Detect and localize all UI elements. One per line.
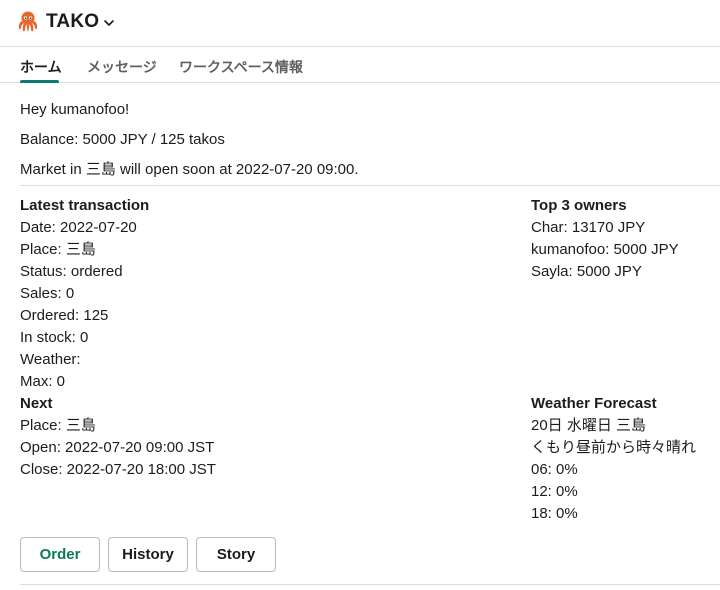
story-button[interactable]: Story bbox=[196, 537, 276, 572]
transaction-ordered: Ordered: 125 bbox=[20, 307, 109, 324]
next-close: Close: 2022-07-20 18:00 JST bbox=[20, 461, 216, 478]
transaction-in-stock: In stock: 0 bbox=[20, 329, 89, 346]
order-button[interactable]: Order bbox=[20, 537, 100, 572]
transaction-weather: Weather: bbox=[20, 351, 81, 368]
owner-item: Char: 13170 JPY bbox=[531, 219, 646, 236]
chevron-down-icon bbox=[104, 20, 115, 26]
next-heading: Next bbox=[20, 395, 53, 412]
owner-item: kumanofoo: 5000 JPY bbox=[531, 241, 679, 258]
transaction-max: Max: 0 bbox=[20, 373, 66, 390]
forecast-day: 20日 水曜日 三島 bbox=[531, 417, 647, 434]
active-tab-indicator bbox=[20, 80, 59, 83]
tab-home[interactable]: ホーム bbox=[20, 57, 62, 77]
forecast-rain: 12: 0% bbox=[531, 483, 578, 500]
greeting-text: Hey kumanofoo! bbox=[20, 101, 130, 118]
owner-item: Sayla: 5000 JPY bbox=[531, 263, 642, 280]
workspace-menu-button[interactable]: TAKO bbox=[16, 8, 115, 36]
market-status-text: Market in 三島 will open soon at 2022-07-2… bbox=[20, 161, 359, 178]
next-place: Place: 三島 bbox=[20, 417, 96, 434]
next-open: Open: 2022-07-20 09:00 JST bbox=[20, 439, 215, 456]
history-button[interactable]: History bbox=[108, 537, 188, 572]
forecast-summary: くもり昼前から時々晴れ bbox=[531, 439, 697, 456]
app-header: TAKO bbox=[0, 0, 720, 47]
bottom-divider bbox=[20, 584, 720, 585]
latest-transaction-heading: Latest transaction bbox=[20, 197, 150, 214]
workspace-title: TAKO bbox=[46, 11, 100, 32]
tab-workspace-info[interactable]: ワークスペース情報 bbox=[179, 57, 303, 77]
tab-messages[interactable]: メッセージ bbox=[87, 57, 157, 77]
octopus-icon bbox=[18, 11, 38, 32]
transaction-sales: Sales: 0 bbox=[20, 285, 75, 302]
transaction-date: Date: 2022-07-20 bbox=[20, 219, 137, 236]
balance-text: Balance: 5000 JPY / 125 takos bbox=[20, 131, 225, 148]
section-divider bbox=[20, 185, 720, 186]
tab-bar: ホーム メッセージ ワークスペース情報 bbox=[0, 47, 720, 83]
weather-forecast-heading: Weather Forecast bbox=[531, 395, 657, 412]
forecast-rain: 06: 0% bbox=[531, 461, 578, 478]
transaction-status: Status: ordered bbox=[20, 263, 123, 280]
transaction-place: Place: 三島 bbox=[20, 241, 96, 258]
top-owners-heading: Top 3 owners bbox=[531, 197, 627, 214]
forecast-rain: 18: 0% bbox=[531, 505, 578, 522]
